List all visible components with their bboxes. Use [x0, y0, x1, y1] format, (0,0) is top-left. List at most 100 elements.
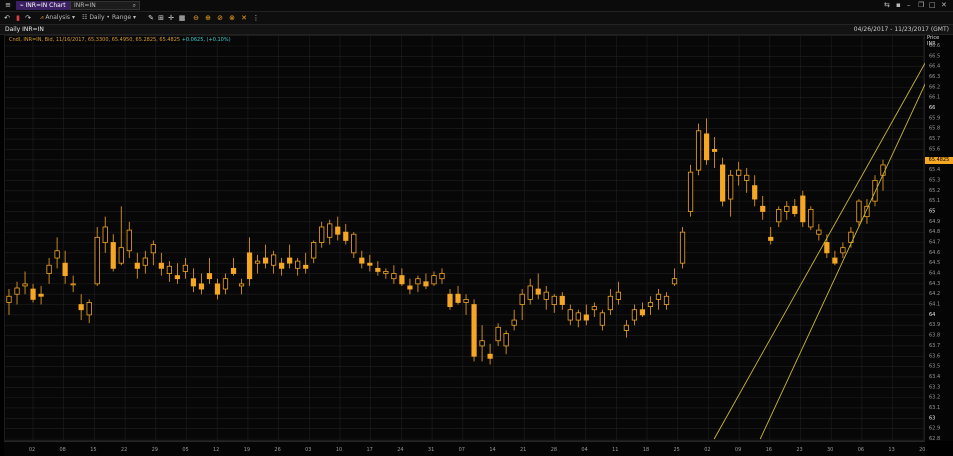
candle-body [222, 278, 229, 290]
candle-body [62, 262, 68, 276]
candle-body [447, 293, 453, 308]
zoom-in-icon[interactable]: ⊗ [228, 14, 236, 22]
back-icon[interactable]: ↶ [3, 14, 11, 22]
search-input[interactable]: INR=IN ⌕ [70, 1, 140, 10]
restore-icon[interactable]: ❐ [918, 1, 924, 10]
time-tick-label: 29 [152, 447, 158, 453]
candle-body [495, 326, 501, 342]
interval-button[interactable]: ☷ Daily • [82, 13, 110, 23]
settings-icon[interactable]: ⋮ [252, 14, 260, 22]
time-tick-label: 07 [459, 447, 465, 453]
time-tick-label: 10 [336, 447, 342, 453]
candle-body [287, 257, 293, 264]
price-tick-label: 65.4 [929, 167, 940, 173]
time-tick-label: 22 [121, 447, 127, 453]
price-tick-label: 65.9 [929, 115, 940, 121]
grid-icon[interactable]: ▦ [178, 14, 186, 22]
price-tick-label: 66.5 [929, 53, 940, 59]
candle-body [744, 174, 750, 181]
price-tick-label: 63.1 [929, 405, 940, 411]
price-tick-label: 66.3 [929, 74, 940, 80]
candle-body [527, 285, 533, 300]
candle-body [679, 231, 686, 264]
candle-body [182, 264, 189, 272]
price-tick-label: 62.8 [929, 436, 940, 441]
pin-icon[interactable]: ▪ [896, 1, 901, 10]
candle-body [535, 288, 541, 295]
reset-zoom-icon[interactable]: ✕ [240, 14, 248, 22]
time-axis[interactable]: 02 08 15 22 29 05 12 19 26 03 10 17 24 31 07 14 21 28 04 11… [4, 441, 925, 456]
candle-body [439, 273, 445, 280]
time-tick-label: 28 [551, 447, 557, 453]
price-tick-label: 66.2 [929, 84, 940, 90]
candle-body [22, 283, 28, 287]
candle-body [238, 283, 245, 287]
close-icon[interactable]: ✕ [941, 1, 947, 10]
candle-body [102, 226, 108, 243]
crosshair-icon[interactable]: ✛ [167, 14, 175, 22]
interval-label: Daily [89, 14, 105, 21]
time-tick-label: 02 [29, 447, 35, 453]
ohlc-values: Cndl, INR=IN, Bid, 11/16/2017, 65.3300, … [9, 37, 181, 43]
candle-body [784, 205, 790, 212]
candle-body [351, 233, 357, 254]
last-price-tag: 65.4825 [925, 157, 953, 165]
price-axis-ticks: 66.6 66.5 66.4 66.3 66.2 66.1 66 65.9 65.8 65.7 65… [929, 43, 940, 441]
candle-body [455, 293, 461, 303]
candle-body [712, 149, 718, 152]
price-tick-label: 64.9 [929, 219, 940, 225]
tab-inr-chart[interactable]: ⌁ INR=IN Chart [16, 1, 70, 10]
candle-body [327, 223, 333, 238]
candle-body [230, 267, 237, 274]
candle-body [6, 295, 12, 303]
minimize-icon[interactable]: – [907, 1, 911, 10]
color-icon[interactable]: ▮ [14, 14, 22, 22]
candle-body [631, 309, 638, 321]
candle-body [623, 324, 630, 331]
time-tick-label: 12 [213, 447, 219, 453]
candle-body [752, 185, 758, 200]
scroll-right-icon[interactable]: ⊕ [204, 14, 212, 22]
chart-plot-area[interactable]: Cndl, INR=IN, Bid, 11/16/2017, 65.3300, … [4, 35, 926, 442]
analysis-label: Analysis [45, 14, 71, 21]
candle-body [166, 265, 172, 274]
price-tick-label: 64.3 [929, 281, 940, 287]
scroll-left-icon[interactable]: ⊖ [192, 14, 200, 22]
draw-tool-icon[interactable]: ✎ [147, 14, 155, 22]
analysis-button[interactable]: ⩘ Analysis ▾ [40, 13, 75, 23]
candlestick-chart[interactable] [5, 36, 926, 442]
price-tick-label: 65.7 [929, 136, 940, 142]
search-icon[interactable]: ⌕ [133, 2, 136, 10]
price-axis[interactable]: Price INR 66.6 66.5 66.4 66.3 66.2 66.1 66 65.9… [925, 35, 953, 441]
time-tick-label: 06 [858, 447, 864, 453]
range-label: Range [112, 14, 132, 21]
candle-body [768, 236, 774, 241]
maximize-icon[interactable]: □ [929, 1, 936, 10]
candle-body [423, 281, 429, 287]
candle-body [14, 287, 20, 295]
time-tick-label: 11 [612, 447, 618, 453]
candle-body [728, 174, 734, 200]
time-tick-label: 13 [888, 447, 894, 453]
zoom-out-icon[interactable]: ⊘ [216, 14, 224, 22]
price-tick-label: 63.3 [929, 384, 940, 390]
candle-body [479, 340, 485, 347]
candle-body [190, 278, 197, 287]
analysis-icon: ⩘ [40, 14, 44, 21]
chart-header: Daily INR=IN 04/26/2017 - 11/23/2017 (GM… [0, 25, 953, 35]
price-tick-label: 63.6 [929, 353, 940, 359]
zoom-tool-icon[interactable]: ⊞ [157, 14, 165, 22]
price-tick-label: 65.1 [929, 198, 940, 204]
range-button[interactable]: Range ▾ [112, 13, 136, 23]
app-menu-icon[interactable]: ≡ [4, 1, 12, 9]
forward-icon[interactable]: ↷ [24, 14, 32, 22]
time-tick-label: 24 [397, 447, 403, 453]
time-tick-label: 16 [766, 447, 772, 453]
candle-body [776, 209, 782, 223]
candle-body [206, 273, 213, 280]
candle-body [487, 353, 493, 359]
link-icon[interactable]: ⇆ [884, 1, 890, 10]
price-tick-label: 64.2 [929, 291, 940, 297]
time-tick-label: 08 [60, 447, 66, 453]
candle-body [70, 283, 76, 286]
